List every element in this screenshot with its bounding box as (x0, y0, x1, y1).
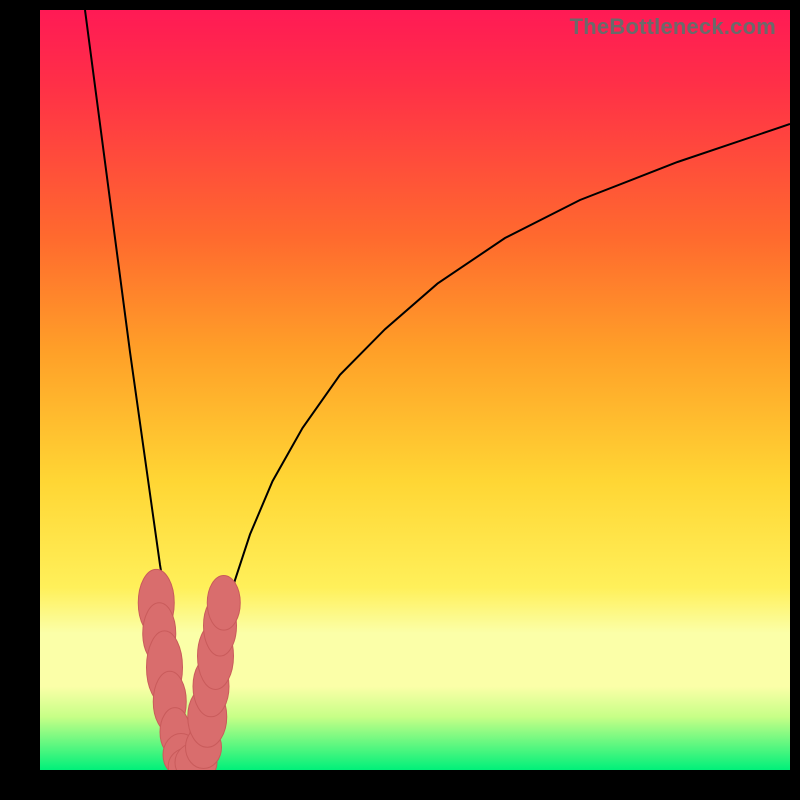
data-marker (207, 575, 240, 630)
right-branch-curve (188, 124, 790, 770)
plot-area: TheBottleneck.com (40, 10, 790, 770)
watermark-text: TheBottleneck.com (570, 14, 776, 40)
curves-layer (40, 10, 790, 770)
chart-frame: TheBottleneck.com (0, 0, 800, 800)
data-markers-group (138, 569, 240, 770)
